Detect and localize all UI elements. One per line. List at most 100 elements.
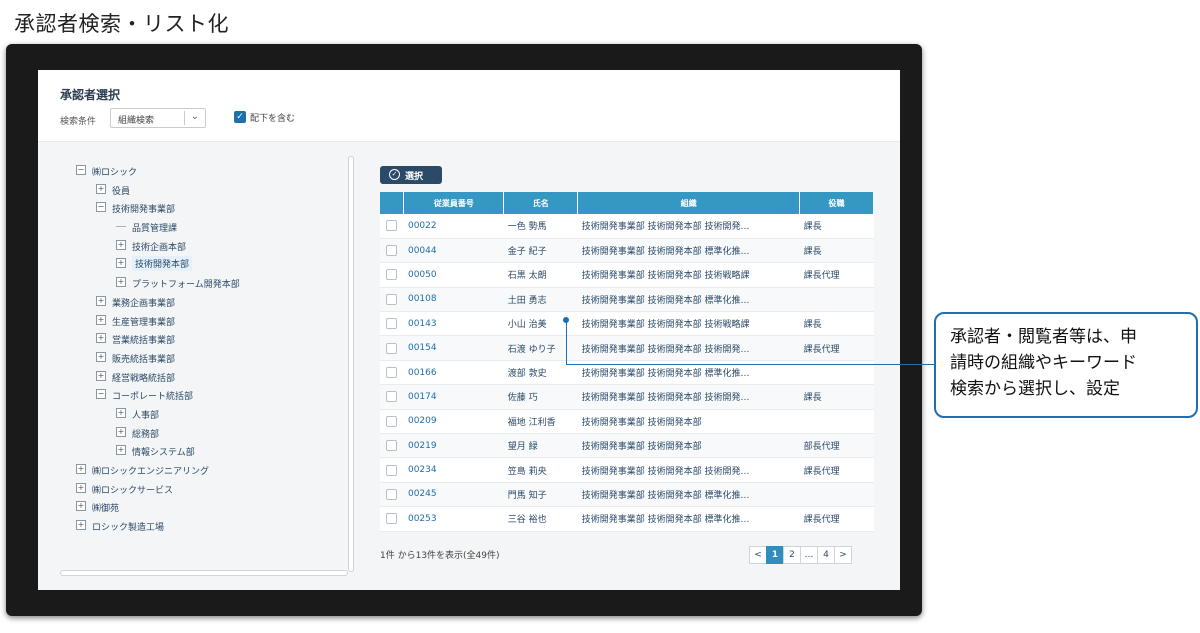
collapse-icon[interactable]: −: [96, 202, 106, 213]
row-checkbox[interactable]: [386, 415, 397, 427]
table-row[interactable]: 00174 佐藤 巧技術開発事業部 技術開発本部 技術開発… 課長: [380, 384, 874, 410]
table-row[interactable]: 00044 金子 紀子 技術開発事業部 技術開発本部 標準化推… 課長: [380, 238, 874, 264]
include-sub-checkbox[interactable]: ✓: [234, 111, 246, 123]
header-name[interactable]: 氏名: [503, 192, 579, 214]
expand-icon[interactable]: +: [116, 258, 126, 269]
row-checkbox[interactable]: [386, 464, 397, 476]
tree-node-label[interactable]: ロシック製造工場: [92, 520, 164, 533]
tree-node[interactable]: + 業務企画事業部: [76, 293, 346, 312]
tree-node-label[interactable]: 品質管理課: [132, 221, 177, 234]
tree-node[interactable]: + ㈱ロシックサービス: [76, 480, 346, 499]
tree-node-label[interactable]: 人事部: [132, 408, 159, 421]
tree-node-label[interactable]: 技術開発本部: [132, 256, 193, 272]
tree-node[interactable]: 品質管理課: [76, 218, 346, 237]
row-checkbox[interactable]: [386, 342, 397, 354]
expand-icon[interactable]: +: [76, 501, 86, 512]
table-row[interactable]: 00234 笠島 莉央 技術開発事業部 技術開発本部 技術開発… 課長代理: [380, 457, 874, 483]
expand-icon[interactable]: +: [116, 426, 126, 437]
expand-icon[interactable]: +: [96, 314, 106, 325]
collapse-icon[interactable]: −: [76, 165, 86, 175]
row-checkbox[interactable]: [386, 513, 397, 525]
select-button[interactable]: ✓ 選択: [380, 166, 442, 184]
tree-node-label[interactable]: 技術企画本部: [132, 240, 186, 253]
row-checkbox[interactable]: [386, 488, 397, 500]
tree-node-label[interactable]: 技術開発事業部: [112, 202, 175, 215]
row-checkbox[interactable]: [386, 440, 397, 452]
tree-node-label[interactable]: ㈱ロシック: [92, 165, 137, 178]
table-row[interactable]: 00245 門馬 知子 技術開発事業部 技術開発本部 標準化推…: [380, 482, 874, 508]
table-row[interactable]: 00108 土田 勇志 技術開発事業部 技術開発本部 標準化推…: [380, 287, 874, 313]
expand-icon[interactable]: +: [96, 333, 106, 344]
expand-icon[interactable]: +: [96, 370, 106, 381]
row-checkbox[interactable]: [386, 220, 397, 232]
tree-node[interactable]: − 技術開発事業部: [76, 199, 346, 218]
search-condition-select[interactable]: 組織検索 ⌄: [110, 108, 206, 128]
expand-icon[interactable]: +: [76, 464, 86, 474]
tree-node[interactable]: + 営業統括事業部: [76, 330, 346, 349]
tree-node-label[interactable]: 販売統括事業部: [112, 352, 175, 365]
tree-node-label[interactable]: コーポレート統括部: [112, 389, 193, 402]
tree-node-label[interactable]: 生産管理事業部: [112, 315, 175, 328]
next-page-button[interactable]: >: [834, 546, 852, 564]
expand-icon[interactable]: +: [96, 183, 106, 194]
tree-node[interactable]: + ロシック製造工場: [76, 517, 346, 536]
table-row[interactable]: 00050 石黒 太朗 技術開発事業部 技術開発本部 技術戦略課 課長代理: [380, 262, 874, 288]
tree-node-label[interactable]: 総務部: [132, 427, 159, 440]
tree-node[interactable]: + 経営戦略統括部: [76, 368, 346, 387]
table-row[interactable]: 00253 三谷 裕也 技術開発事業部 技術開発本部 標準化推… 課長代理: [380, 506, 874, 532]
prev-page-button[interactable]: <: [749, 546, 767, 564]
expand-icon[interactable]: +: [96, 351, 106, 362]
tree-node[interactable]: + 技術開発本部: [76, 255, 346, 274]
tree-node[interactable]: + 生産管理事業部: [76, 312, 346, 331]
tree-node[interactable]: + プラットフォーム開発本部: [76, 274, 346, 293]
page-button-4[interactable]: 4: [817, 546, 835, 564]
row-checkbox[interactable]: [386, 293, 397, 305]
tree-node[interactable]: + 役員: [76, 181, 346, 200]
row-checkbox[interactable]: [386, 391, 397, 403]
table-row[interactable]: 00154 石渡 ゆり子 技術開発事業部 技術開発本部 技術開発… 課長代理: [380, 335, 874, 361]
table-row[interactable]: 00022 一色 勢馬 技術開発事業部 技術開発本部 技術開発… 課長: [380, 214, 874, 239]
header-position[interactable]: 役職: [799, 192, 874, 214]
tree-node-label[interactable]: 業務企画事業部: [112, 296, 175, 309]
tree-node-label[interactable]: 役員: [112, 184, 130, 197]
tree-node[interactable]: − コーポレート統括部: [76, 386, 346, 405]
page-button-2[interactable]: 2: [783, 546, 801, 564]
tree-node[interactable]: + 情報システム部: [76, 442, 346, 461]
tree-node-label[interactable]: 情報システム部: [132, 445, 195, 458]
expand-icon[interactable]: +: [116, 445, 126, 456]
tree-node[interactable]: + ㈱御苑: [76, 498, 346, 517]
tree-node-label[interactable]: プラットフォーム開発本部: [132, 277, 240, 290]
row-checkbox[interactable]: [386, 318, 397, 330]
page-button-1[interactable]: 1: [766, 546, 784, 564]
tree-node[interactable]: + 人事部: [76, 405, 346, 424]
expand-icon[interactable]: +: [116, 407, 126, 418]
expand-icon[interactable]: +: [76, 520, 86, 531]
tree-vertical-scrollbar[interactable]: [348, 156, 354, 572]
employee-id-cell: 00219: [403, 433, 504, 459]
tree-node[interactable]: + 販売統括事業部: [76, 349, 346, 368]
expand-icon[interactable]: +: [96, 295, 106, 306]
expand-icon[interactable]: +: [116, 277, 126, 288]
table-row[interactable]: 00209 福地 江利香 技術開発事業部 技術開発本部: [380, 409, 874, 435]
tree-node[interactable]: + 総務部: [76, 424, 346, 443]
tree-node[interactable]: − ㈱ロシック: [76, 162, 346, 181]
expand-icon[interactable]: +: [76, 482, 86, 493]
collapse-icon[interactable]: −: [96, 389, 106, 400]
table-row[interactable]: 00219 望月 緑技術開発事業部 技術開発本部 部長代理: [380, 433, 874, 459]
header-employee-id[interactable]: 従業員番号: [403, 192, 505, 214]
tree-node-label[interactable]: 経営戦略統括部: [112, 371, 175, 384]
tree-node-label[interactable]: ㈱御苑: [92, 501, 119, 514]
table-row[interactable]: 00143 小山 治美 技術開発事業部 技術開発本部 技術戦略課 課長: [380, 311, 874, 337]
expand-icon[interactable]: +: [116, 239, 126, 250]
row-checkbox[interactable]: [386, 245, 397, 257]
tree-node[interactable]: + ㈱ロシックエンジニアリング: [76, 461, 346, 480]
tree-node-label[interactable]: 営業統括事業部: [112, 333, 175, 346]
tree-node-label[interactable]: ㈱ロシックエンジニアリング: [92, 464, 209, 477]
tree-node-label[interactable]: ㈱ロシックサービス: [92, 483, 173, 496]
row-checkbox[interactable]: [386, 269, 397, 281]
tree-horizontal-scrollbar[interactable]: [60, 570, 348, 576]
tree-node[interactable]: + 技術企画本部: [76, 237, 346, 256]
row-checkbox[interactable]: [386, 367, 397, 379]
header-organization[interactable]: 組織: [577, 192, 801, 214]
employee-id-cell: 00050: [403, 262, 504, 288]
